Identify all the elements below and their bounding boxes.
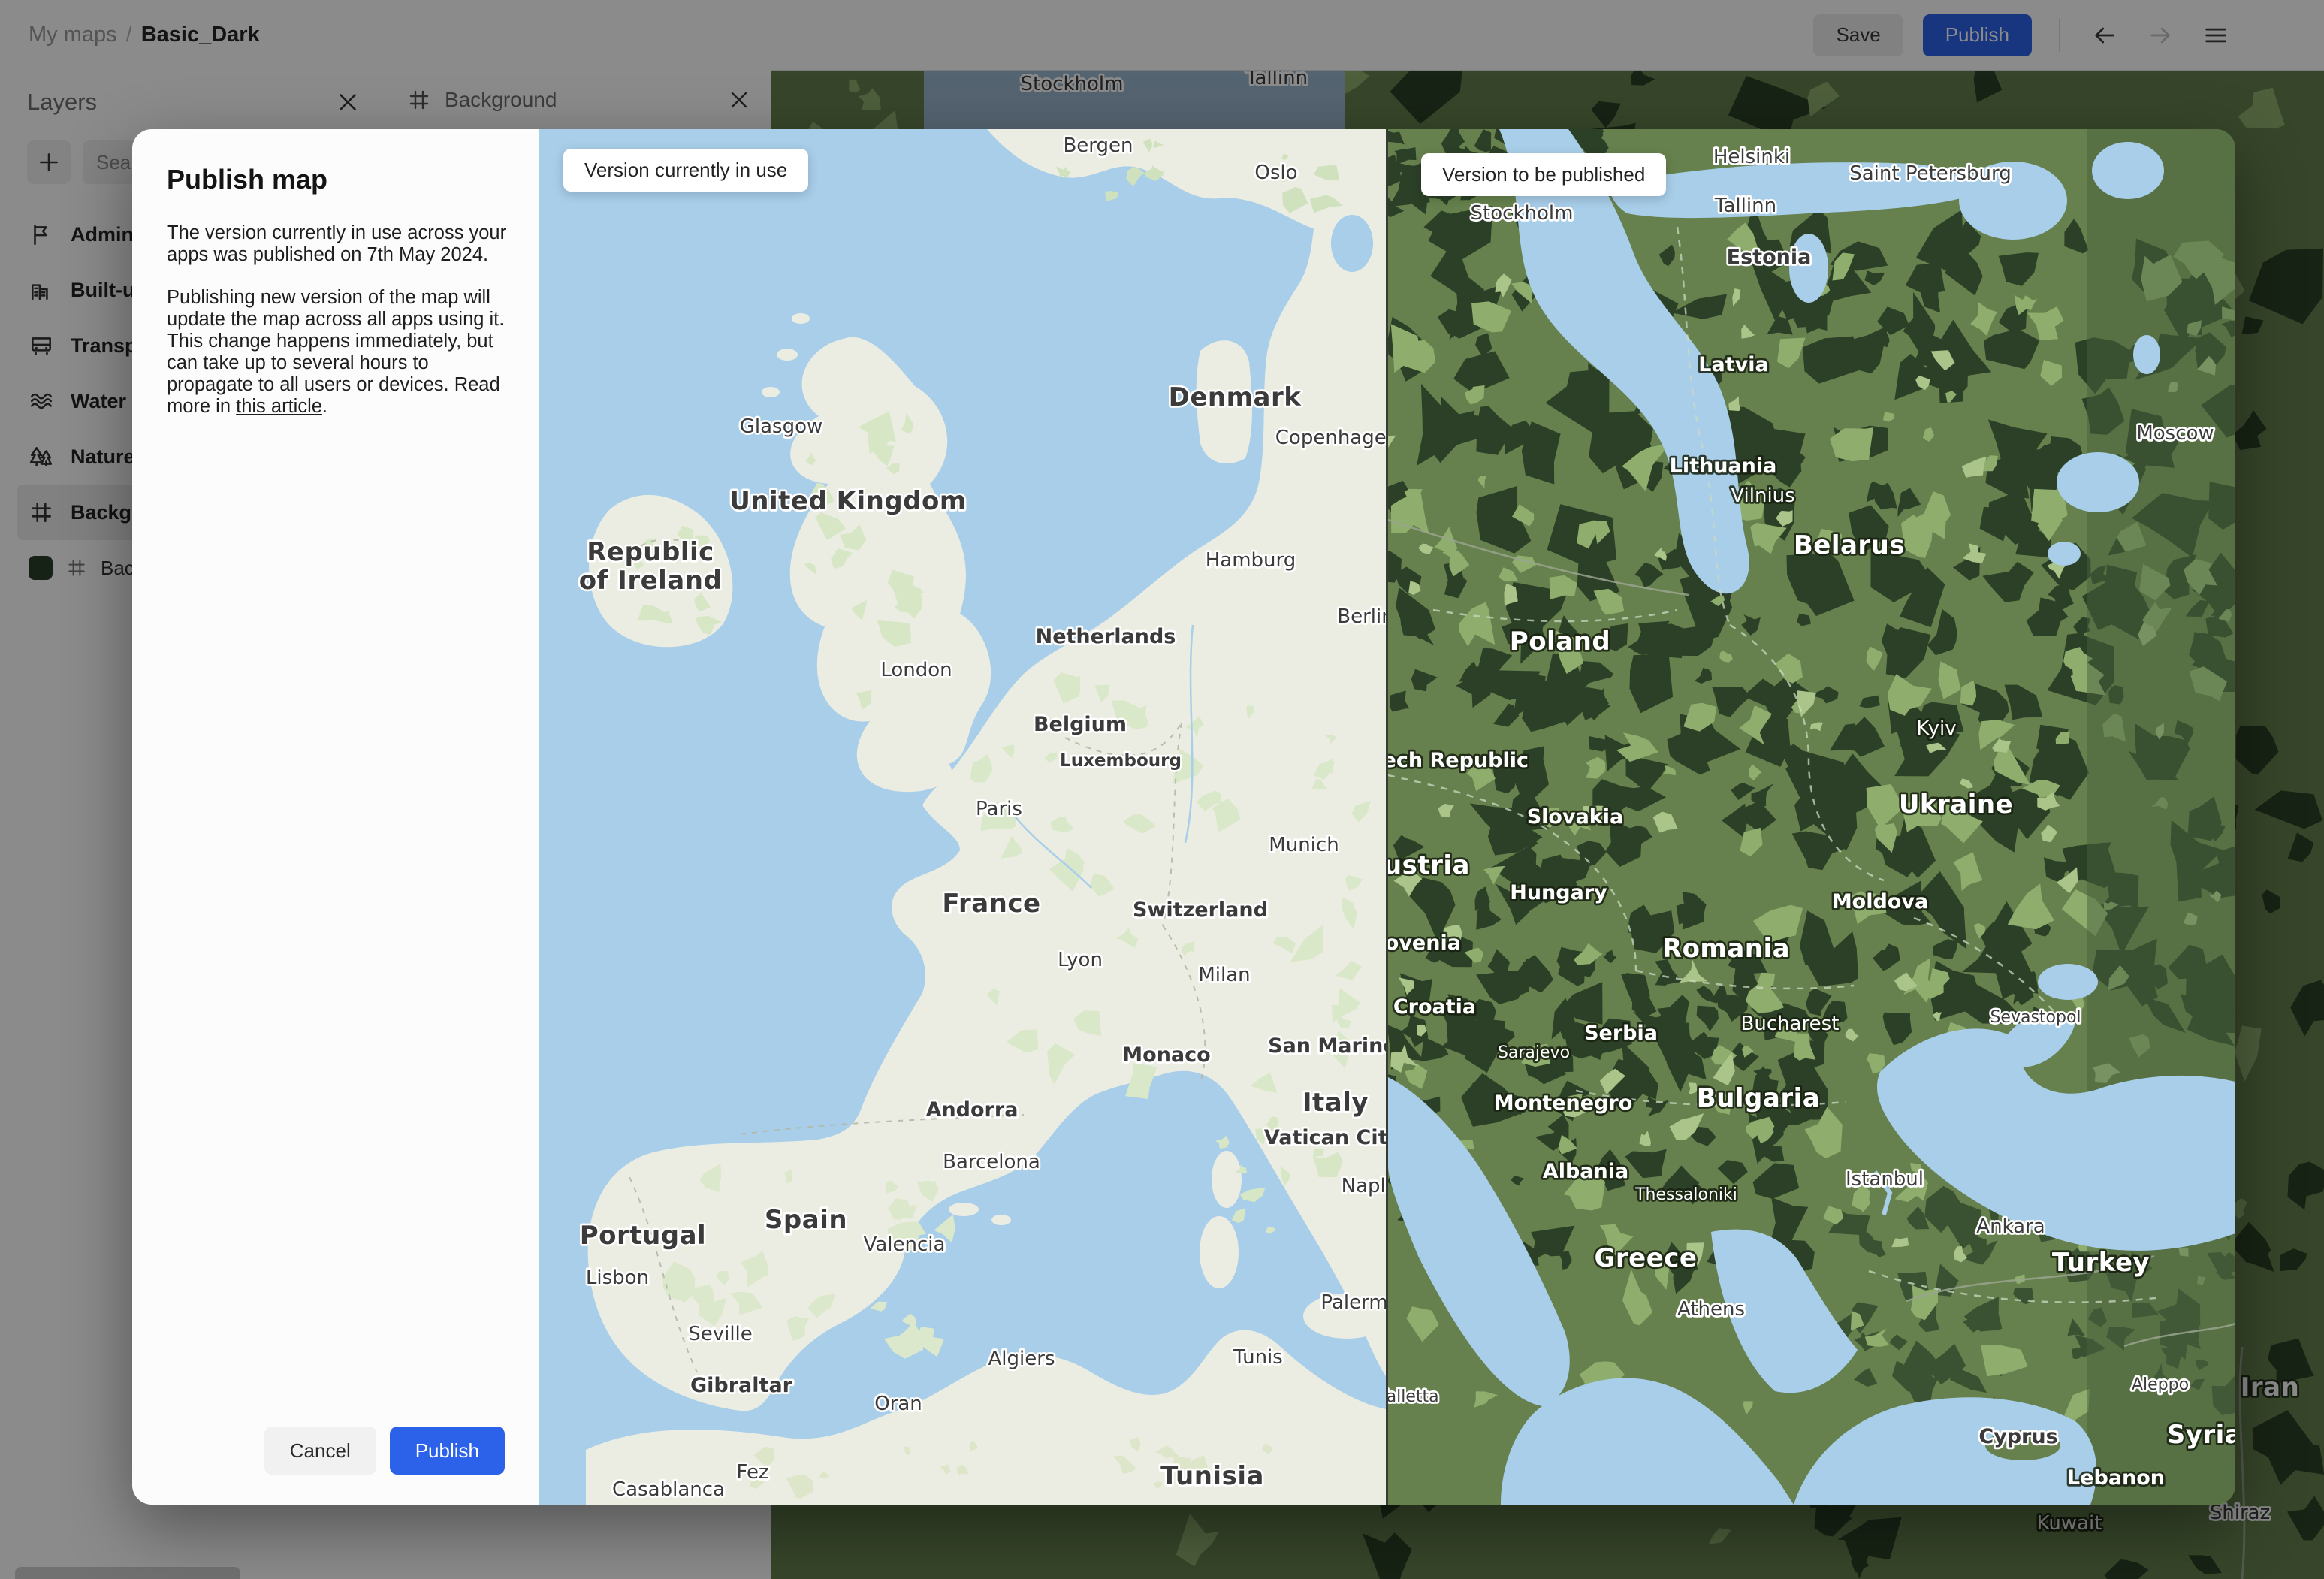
- map-label: Switzerland: [1133, 898, 1268, 922]
- this-article-link[interactable]: this article: [236, 396, 322, 417]
- dark-map-svg: Stockholm Helsinki Saint Petersburg Tallinn…: [1388, 129, 2235, 1505]
- map-label: Czech Republic: [1388, 749, 1529, 772]
- map-label: Tallinn: [1714, 195, 1776, 217]
- map-label: Glasgow: [740, 415, 823, 438]
- map-label: Tunisia: [1160, 1461, 1264, 1491]
- map-label: Italy: [1302, 1088, 1369, 1118]
- map-label: Aleppo: [2132, 1375, 2189, 1394]
- map-label: Turkey: [2052, 1248, 2150, 1278]
- map-label: Portugal: [580, 1221, 706, 1251]
- map-label: Belarus: [1794, 530, 1905, 560]
- map-label: Vilnius: [1731, 485, 1794, 507]
- map-label: Milan: [1198, 964, 1250, 986]
- map-label: Istanbul: [1846, 1168, 1924, 1191]
- map-label: Cyprus: [1978, 1425, 2057, 1448]
- map-label: Hungary: [1510, 881, 1607, 904]
- publish-dialog: Publish map The version currently in use…: [132, 129, 2235, 1505]
- map-label: Thessaloniki: [1634, 1185, 1737, 1204]
- map-label: Latvia: [1698, 353, 1768, 376]
- modal-paragraph-2-period: .: [321, 396, 328, 417]
- map-label: Casablanca: [612, 1478, 725, 1501]
- modal-title: Publish map: [167, 164, 328, 195]
- map-label: Croatia: [1393, 995, 1476, 1019]
- map-label: Vatican City: [1264, 1126, 1386, 1149]
- modal-footer: Cancel Publish: [167, 1427, 517, 1475]
- map-label: Gibraltar: [690, 1374, 793, 1397]
- map-label: Lisbon: [586, 1267, 649, 1289]
- map-label: Lithuania: [1670, 454, 1777, 478]
- modal-publish-button[interactable]: Publish: [389, 1427, 505, 1475]
- map-label: Albania: [1543, 1160, 1628, 1183]
- cancel-button[interactable]: Cancel: [264, 1427, 376, 1475]
- modal-paragraph-2-text: Publishing new version of the map will u…: [167, 287, 505, 417]
- map-label: Slovakia: [1527, 805, 1624, 829]
- light-map-svg: Bergen Oslo Glasgow United Kingdom Republico…: [539, 129, 1386, 1505]
- map-label: Syria: [2167, 1420, 2235, 1450]
- map-label: Ukraine: [1899, 790, 2013, 820]
- map-label: Romania: [1662, 934, 1790, 964]
- map-label: Sarajevo: [1498, 1043, 1570, 1062]
- compare-divider[interactable]: [1386, 129, 1388, 1505]
- map-current-version[interactable]: Bergen Oslo Glasgow United Kingdom Republic o…: [539, 129, 1386, 1505]
- map-label: Tunis: [1233, 1346, 1283, 1369]
- map-label: Netherlands: [1036, 625, 1176, 648]
- map-label: Saint Petersburg: [1849, 162, 2012, 185]
- map-label: Seville: [688, 1323, 753, 1345]
- map-label: Stockholm: [1471, 202, 1574, 225]
- map-label: France: [942, 889, 1040, 919]
- map-label: Denmark: [1169, 382, 1302, 412]
- map-label: Moldova: [1832, 890, 1928, 913]
- map-label: Helsinki: [1713, 146, 1790, 168]
- modal-paragraph-1: The version currently in use across your…: [167, 222, 507, 265]
- map-label: Republic: [587, 537, 714, 567]
- map-label: Lebanon: [2067, 1466, 2165, 1490]
- map-label: United Kingdom: [729, 486, 967, 516]
- modal-paragraph-2: Publishing new version of the map will u…: [167, 287, 515, 418]
- map-label: Bulgaria: [1697, 1083, 1820, 1113]
- map-label: Munich: [1269, 834, 1339, 856]
- map-label: Paris: [976, 798, 1022, 820]
- map-label: Austria: [1388, 850, 1470, 880]
- map-label: Algiers: [988, 1348, 1055, 1370]
- map-label: Luxembourg: [1060, 751, 1182, 771]
- map-label: Bergen: [1063, 134, 1133, 157]
- map-label: Monaco: [1122, 1043, 1210, 1067]
- map-label: Oran: [874, 1393, 922, 1415]
- map-label: Belgium: [1034, 713, 1127, 736]
- new-version-badge: Version to be published: [1421, 153, 1667, 196]
- map-new-version[interactable]: Stockholm Helsinki Saint Petersburg Tallinn…: [1388, 129, 2235, 1505]
- map-label: Athens: [1677, 1298, 1745, 1321]
- map-label: Sevastopol: [1990, 1008, 2081, 1027]
- map-label: Greece: [1594, 1243, 1697, 1273]
- map-label: Copenhagen: [1275, 427, 1386, 449]
- map-label: London: [880, 659, 952, 681]
- map-label: Moscow: [2136, 422, 2214, 445]
- map-label: Montenegro: [1494, 1091, 1633, 1115]
- map-label: Palermo: [1320, 1291, 1386, 1314]
- map-label: Poland: [1510, 626, 1610, 657]
- map-label: Naples: [1342, 1175, 1386, 1197]
- map-label: Kyiv: [1916, 717, 1956, 740]
- map-label: Andorra: [926, 1098, 1019, 1122]
- map-label: Estonia: [1727, 246, 1812, 269]
- map-label: Hamburg: [1206, 549, 1296, 572]
- map-label: Oslo: [1254, 162, 1297, 184]
- map-label: Spain: [765, 1205, 847, 1235]
- map-label: Lyon: [1058, 949, 1103, 971]
- map-label: of Ireland: [579, 566, 723, 596]
- map-label: Slovenia: [1388, 931, 1461, 955]
- map-label: San Marino: [1268, 1034, 1386, 1058]
- map-label: Berlin: [1337, 605, 1386, 628]
- map-label: Fez: [736, 1461, 768, 1484]
- map-label: Valencia: [864, 1233, 946, 1256]
- map-label: Valletta: [1388, 1387, 1439, 1406]
- map-label: Bucharest: [1741, 1013, 1840, 1035]
- map-label: Serbia: [1584, 1022, 1658, 1045]
- current-version-badge: Version currently in use: [563, 149, 809, 192]
- map-label: Barcelona: [943, 1151, 1040, 1173]
- publish-modal: Publish map The version currently in use…: [132, 129, 539, 1505]
- map-label: Ankara: [1976, 1215, 2045, 1238]
- map-editor-app: Stockholm Tallinn Kuwait Shiraz Iran My maps…: [0, 0, 2324, 1579]
